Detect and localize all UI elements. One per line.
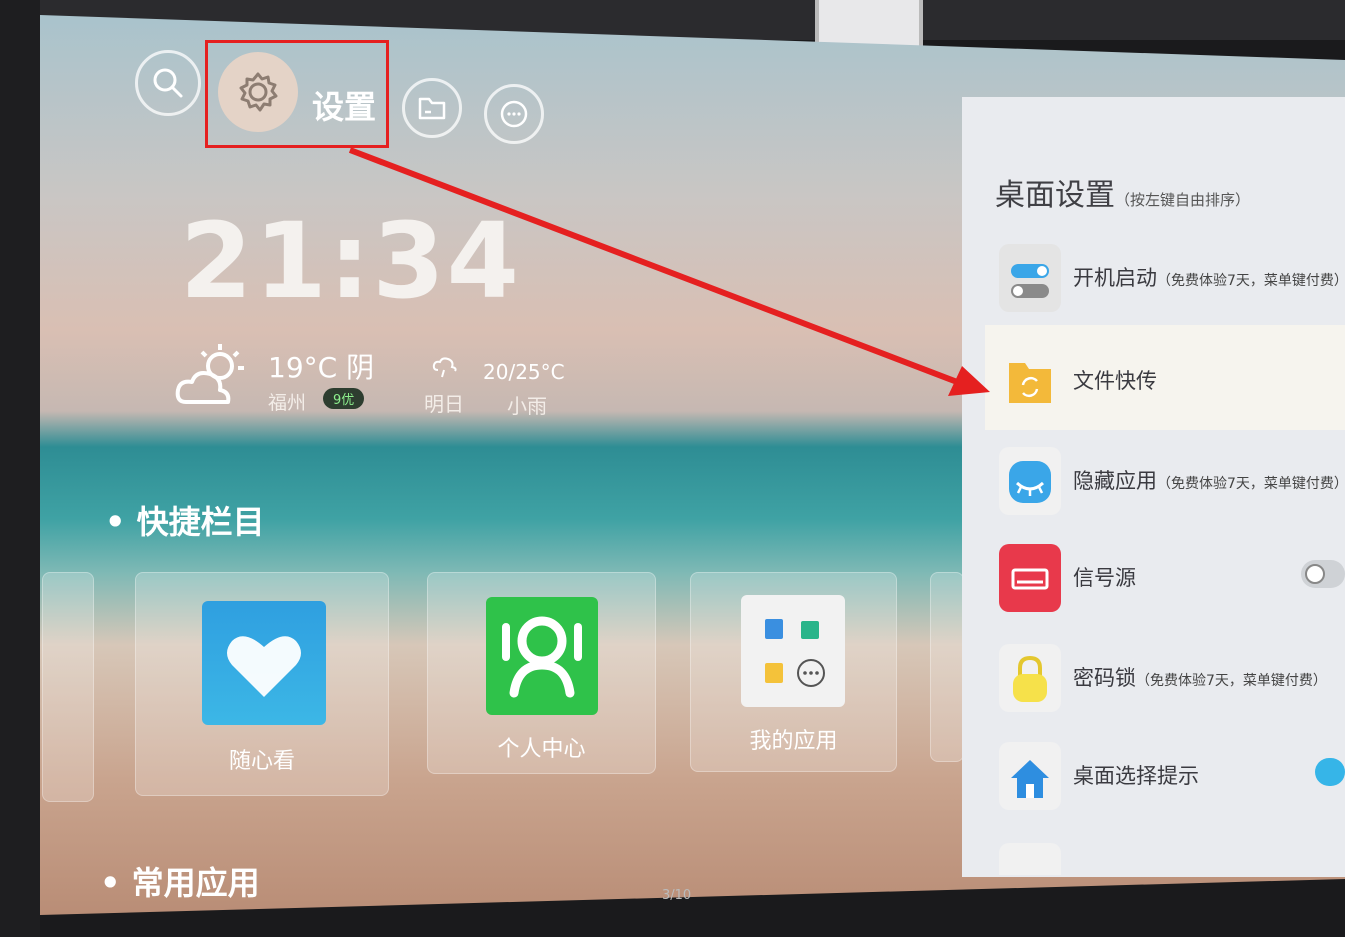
annotation-arrow (348, 147, 990, 396)
